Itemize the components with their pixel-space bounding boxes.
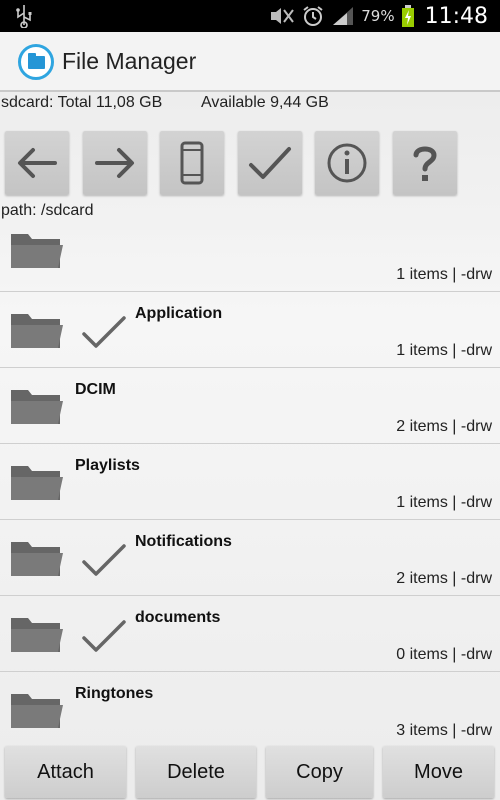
file-name: Playlists (75, 457, 140, 474)
file-name: Application (135, 305, 223, 322)
device-button[interactable] (160, 131, 224, 195)
delete-button[interactable]: Delete (136, 746, 256, 798)
file-list[interactable]: 1 items | -drw Application 1 items | -dr… (0, 228, 500, 744)
battery-percent: 79% (361, 7, 395, 25)
back-arrow-icon (18, 148, 57, 178)
list-item[interactable]: 1 items | -drw (0, 228, 500, 292)
help-button[interactable] (393, 131, 457, 195)
list-item[interactable]: Playlists 1 items | -drw (0, 444, 500, 520)
file-name: Ringtones (75, 685, 154, 702)
file-name: documents (135, 609, 221, 626)
alarm-icon (303, 6, 323, 26)
list-item[interactable]: documents 0 items | -drw (0, 596, 500, 672)
app-title: File Manager (62, 48, 197, 74)
mute-icon (271, 8, 295, 24)
folder-icon (11, 234, 63, 268)
file-name: Notifications (135, 533, 232, 550)
checkmark-icon (82, 316, 126, 348)
folder-icon (11, 390, 63, 424)
checkmark-icon (82, 620, 126, 652)
list-item[interactable]: Notifications 2 items | -drw (0, 520, 500, 596)
attach-button[interactable]: Attach (5, 746, 126, 798)
folder-icon (11, 466, 63, 500)
toolbar (0, 129, 500, 199)
bottom-action-bar: Attach Delete Copy Move (0, 744, 500, 800)
status-bar: 79% 11:48 (0, 0, 500, 32)
current-path: path: /sdcard (1, 202, 94, 219)
file-meta: 3 items | -drw (396, 722, 492, 739)
select-button[interactable] (238, 131, 302, 195)
storage-available: Available 9,44 GB (201, 94, 329, 111)
folder-icon (11, 618, 63, 652)
file-meta: 1 items | -drw (396, 342, 492, 359)
file-meta: 0 items | -drw (396, 646, 492, 663)
folder-icon (11, 694, 63, 728)
battery-charging-icon (401, 5, 414, 27)
file-meta: 1 items | -drw (396, 494, 492, 511)
back-button[interactable] (5, 131, 69, 195)
copy-button[interactable]: Copy (266, 746, 373, 798)
folder-icon (11, 314, 63, 348)
storage-info: sdcard: Total 11,08 GB Available 9,44 GB (0, 94, 500, 116)
action-bar: File Manager (0, 32, 500, 92)
signal-icon (333, 7, 354, 25)
checkmark-icon (249, 147, 291, 179)
folder-icon (11, 542, 63, 576)
checkmark-icon (82, 544, 126, 576)
file-meta: 2 items | -drw (396, 570, 492, 587)
clock: 11:48 (424, 3, 488, 29)
file-meta: 2 items | -drw (396, 418, 492, 435)
list-item[interactable]: Ringtones 3 items | -drw (0, 672, 500, 744)
info-button[interactable] (315, 131, 379, 195)
storage-total: sdcard: Total 11,08 GB (1, 94, 163, 111)
usb-icon (16, 5, 32, 28)
help-icon (413, 146, 437, 181)
forward-button[interactable] (83, 131, 147, 195)
list-item[interactable]: Application 1 items | -drw (0, 292, 500, 368)
move-button[interactable]: Move (383, 746, 494, 798)
app-folder-icon[interactable] (18, 44, 54, 80)
file-name: DCIM (75, 381, 116, 398)
list-item[interactable]: DCIM 2 items | -drw (0, 368, 500, 444)
forward-arrow-icon (95, 148, 134, 178)
file-meta: 1 items | -drw (396, 266, 492, 283)
phone-icon (180, 141, 204, 185)
info-icon (327, 143, 367, 183)
